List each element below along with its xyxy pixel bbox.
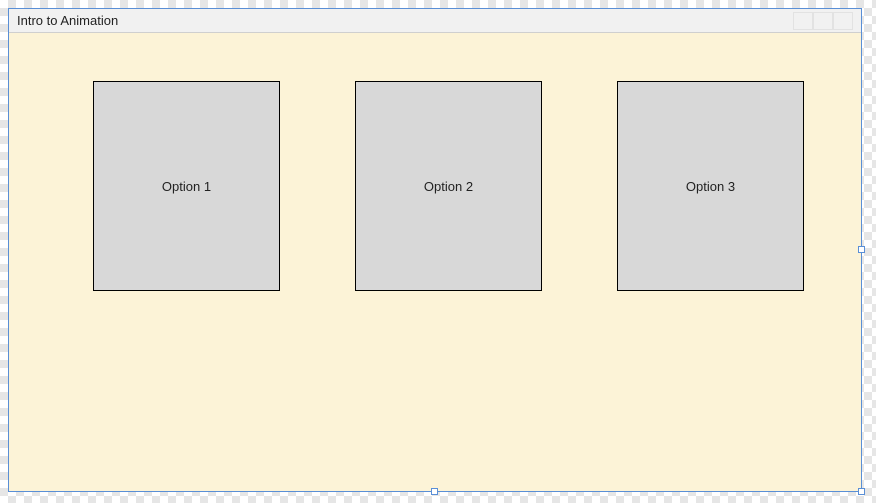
option-card-2[interactable]: Option 2 [355, 81, 542, 291]
close-icon[interactable] [833, 12, 853, 30]
option-card-3[interactable]: Option 3 [617, 81, 804, 291]
resize-handle-right[interactable] [858, 246, 865, 253]
caption-buttons-placeholder [793, 12, 853, 30]
titlebar[interactable]: Intro to Animation [9, 9, 861, 33]
option-card-1[interactable]: Option 1 [93, 81, 280, 291]
minimize-icon[interactable] [793, 12, 813, 30]
editor-canvas: Intro to Animation Option 1 Option 2 Opt… [8, 8, 868, 495]
window-title: Intro to Animation [17, 13, 118, 28]
resize-handle-corner[interactable] [858, 488, 865, 495]
resize-handle-bottom[interactable] [431, 488, 438, 495]
option-label: Option 3 [686, 179, 735, 194]
option-label: Option 1 [162, 179, 211, 194]
window-frame[interactable]: Intro to Animation Option 1 Option 2 Opt… [8, 8, 862, 492]
option-label: Option 2 [424, 179, 473, 194]
maximize-icon[interactable] [813, 12, 833, 30]
